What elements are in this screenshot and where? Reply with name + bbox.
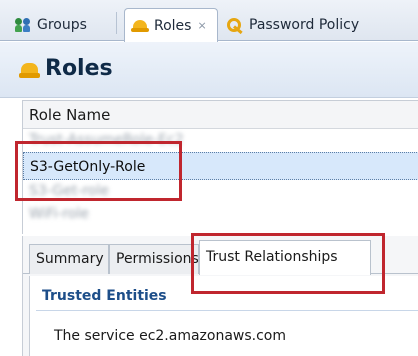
trusted-service-text: The service ec2.amazonaws.com xyxy=(54,328,287,344)
tab-groups[interactable]: Groups xyxy=(8,8,93,41)
tab-summary[interactable]: Summary xyxy=(29,244,109,274)
annotation-box-role xyxy=(15,141,182,201)
section-title: Trusted Entities xyxy=(42,288,167,304)
annotation-box-trust-tab xyxy=(191,233,385,294)
column-header-role-name[interactable]: Role Name xyxy=(23,101,418,129)
tab-password-policy-label: Password Policy xyxy=(249,16,360,33)
page-title: Roles xyxy=(45,56,113,81)
table-row[interactable]: WiFi-role xyxy=(23,204,418,226)
tab-groups-label: Groups xyxy=(37,16,87,33)
tab-roles[interactable]: Roles ⨯ xyxy=(124,8,218,42)
tab-roles-label: Roles xyxy=(154,17,192,34)
key-icon xyxy=(226,16,244,34)
role-hat-icon xyxy=(19,61,41,81)
tab-permissions-label: Permissions xyxy=(116,251,199,267)
groups-icon xyxy=(14,16,32,34)
tab-separator xyxy=(116,12,117,34)
role-hat-icon xyxy=(131,17,149,35)
tab-summary-label: Summary xyxy=(36,251,104,267)
section-divider xyxy=(36,310,418,311)
close-icon[interactable]: ⨯ xyxy=(197,19,206,32)
editor-tab-bar: Groups Roles ⨯ Password Policy xyxy=(0,0,418,42)
page-header: Roles xyxy=(0,42,418,98)
role-name-cell: WiFi-role xyxy=(29,206,89,222)
tab-permissions[interactable]: Permissions xyxy=(109,244,199,274)
tab-password-policy[interactable]: Password Policy xyxy=(220,8,365,41)
